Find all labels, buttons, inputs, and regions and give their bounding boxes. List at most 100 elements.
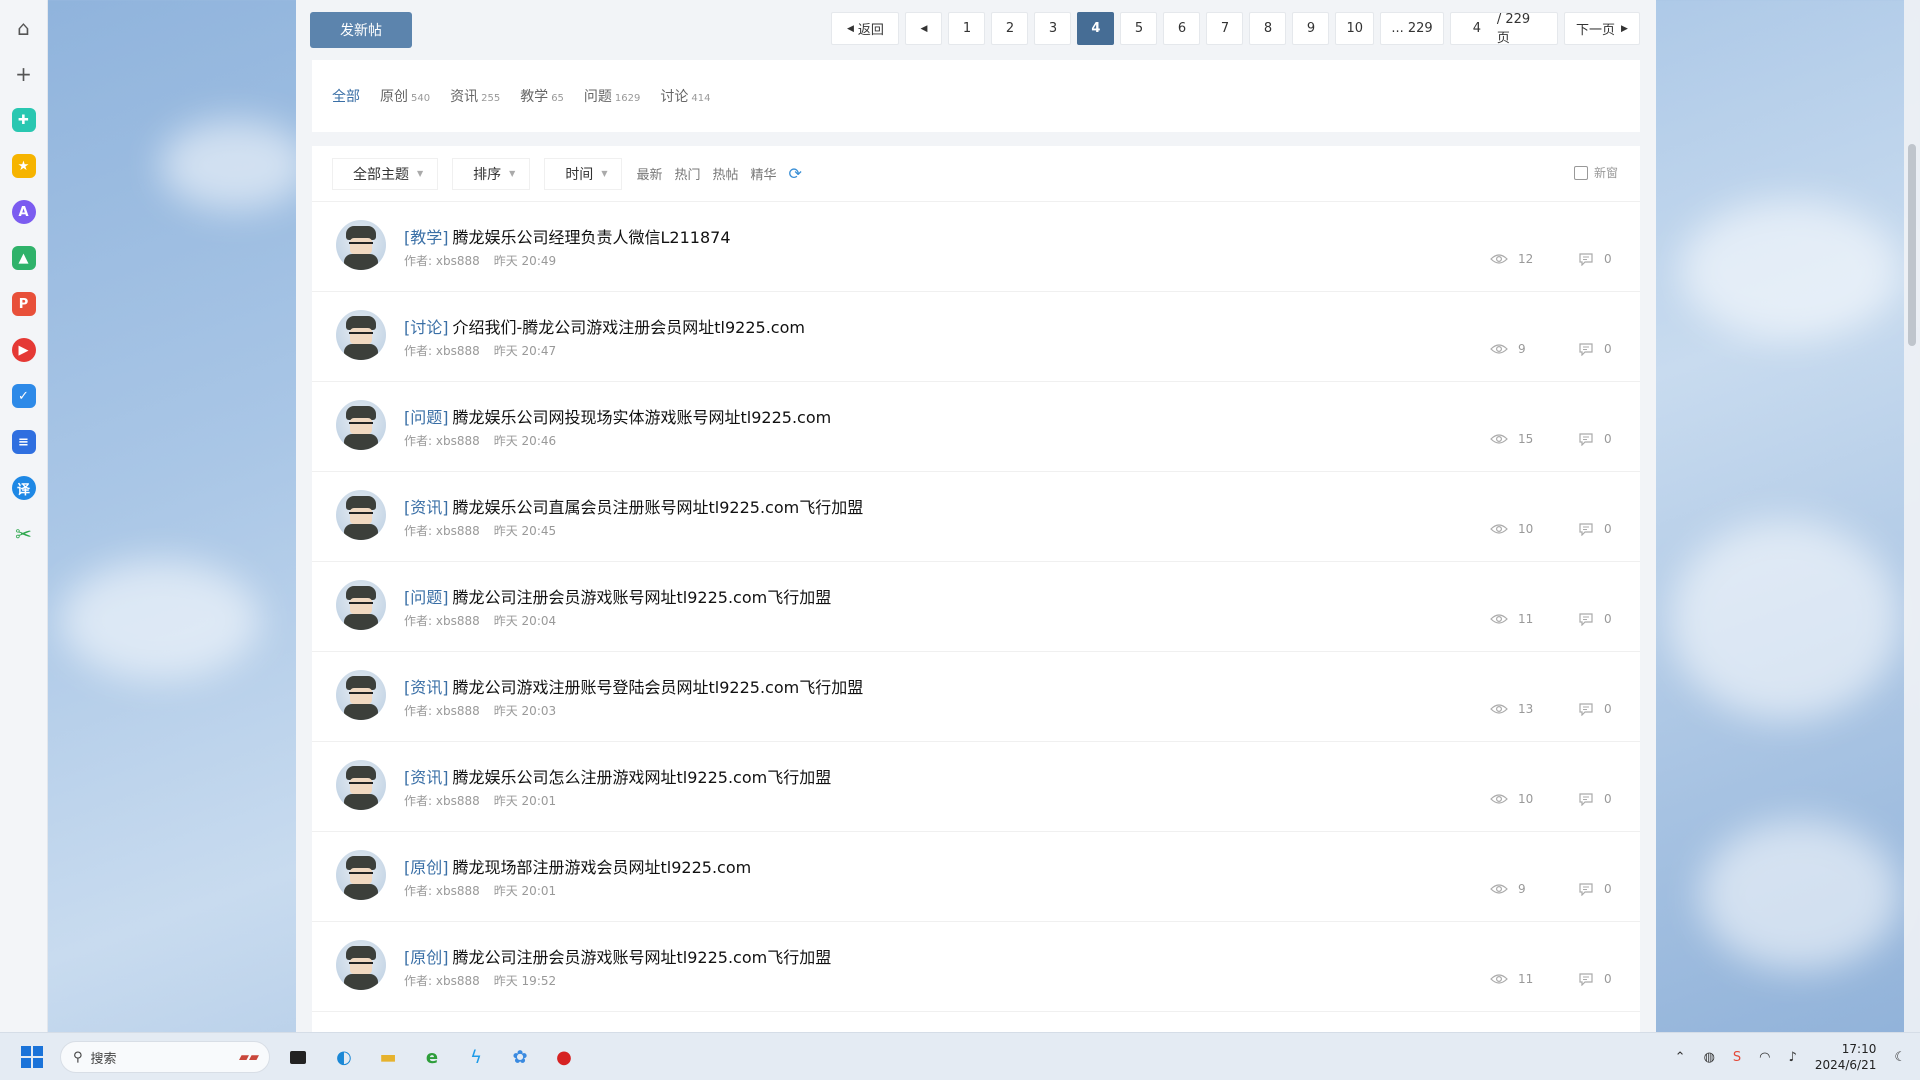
thread-author[interactable]: 作者: xbs888: [404, 884, 480, 898]
thread-category-tag[interactable]: [原创]: [404, 948, 449, 967]
last-page-button[interactable]: ... 229: [1380, 12, 1444, 45]
thread-category-tag[interactable]: [问题]: [404, 588, 449, 607]
thread-title-link[interactable]: [教学] 腾龙娱乐公司经理负责人微信L211874: [404, 224, 731, 248]
thread-title[interactable]: 腾龙娱乐公司怎么注册游戏网址tl9225.com飞行加盟: [453, 768, 832, 787]
page-button-1[interactable]: 1: [948, 12, 986, 45]
thread-row[interactable]: [资讯] 腾龙娱乐公司直属会员注册账号网址tl9225.com飞行加盟作者: xb…: [312, 472, 1640, 562]
category-tab[interactable]: 讨论 414: [660, 86, 710, 106]
record-app-icon[interactable]: ●: [550, 1043, 578, 1071]
thread-title-link[interactable]: [原创] 腾龙公司注册会员游戏账号网址tl9225.com飞行加盟: [404, 944, 831, 968]
new-window-checkbox[interactable]: [1573, 165, 1588, 180]
thread-title[interactable]: 介绍我们-腾龙公司游戏注册会员网址tl9225.com: [453, 318, 805, 337]
category-tab[interactable]: 原创 540: [380, 86, 430, 106]
thread-row[interactable]: [原创] 腾龙现场部注册游戏会员网址tl9225.com 作者: xbs888 昨天 …: [312, 832, 1640, 922]
thread-title-link[interactable]: [资讯] 腾龙娱乐公司直属会员注册账号网址tl9225.com飞行加盟: [404, 494, 863, 518]
thread-category-tag[interactable]: [资讯]: [404, 768, 449, 787]
thread-row[interactable]: [原创] 腾龙公司注册会员游戏账号网址tl9225.com飞行加盟作者: xbs8…: [312, 922, 1640, 1012]
thread-title[interactable]: 腾龙公司注册会员游戏账号网址tl9225.com飞行加盟: [453, 948, 832, 967]
page-button-current[interactable]: 4: [1077, 12, 1115, 45]
avatar[interactable]: [336, 310, 386, 360]
home-icon[interactable]: ⌂: [12, 16, 36, 40]
ai-assistant-icon[interactable]: A: [11, 200, 36, 224]
avatar[interactable]: [336, 580, 386, 630]
edge-browser-icon[interactable]: ◐: [330, 1043, 358, 1071]
time-dropdown[interactable]: 时间 ▼: [544, 157, 623, 190]
thread-row[interactable]: [问题] 腾龙公司注册会员游戏账号网址tl9225.com飞行加盟作者: xbs8…: [312, 562, 1640, 652]
thread-category-tag[interactable]: [资讯]: [404, 678, 449, 697]
link-app-icon[interactable]: ✿: [506, 1043, 534, 1071]
thread-category-tag[interactable]: [讨论]: [404, 318, 449, 337]
thread-category-tag[interactable]: [原创]: [404, 858, 449, 877]
sort-dropdown[interactable]: 排序 ▼: [452, 157, 531, 190]
page-button-7[interactable]: 7: [1206, 12, 1244, 45]
ai-image-icon[interactable]: ▲: [11, 246, 36, 270]
sort-digest-link[interactable]: 精华: [751, 164, 777, 183]
medical-cross-icon[interactable]: ✚: [11, 108, 36, 132]
thread-title-link[interactable]: [讨论] 介绍我们-腾龙公司游戏注册会员网址tl9225.com: [404, 314, 805, 338]
page-button-10[interactable]: 10: [1335, 12, 1374, 45]
page-scrollbar[interactable]: [1904, 0, 1920, 1032]
prev-page-button[interactable]: ◀: [905, 12, 943, 45]
topic-filter-dropdown[interactable]: 全部主题 ▼: [332, 157, 439, 190]
lightning-app-icon[interactable]: ϟ: [462, 1043, 490, 1071]
avatar[interactable]: [336, 850, 386, 900]
sort-hot-link[interactable]: 热门: [674, 164, 700, 183]
avatar[interactable]: [336, 760, 386, 810]
sort-hot-posts-link[interactable]: 热帖: [713, 164, 739, 183]
thread-title[interactable]: 腾龙娱乐公司经理负责人微信L211874: [453, 228, 731, 247]
category-tab[interactable]: 全部: [332, 86, 360, 106]
new-post-button[interactable]: 发新帖: [310, 12, 412, 48]
thread-title[interactable]: 腾龙公司游戏注册账号登陆会员网址tl9225.com飞行加盟: [453, 678, 864, 697]
thread-title-link[interactable]: [问题] 腾龙公司注册会员游戏账号网址tl9225.com飞行加盟: [404, 584, 831, 608]
avatar[interactable]: [336, 490, 386, 540]
chevron-up-icon[interactable]: ⌃: [1675, 1050, 1686, 1065]
avatar[interactable]: [336, 940, 386, 990]
volume-icon[interactable]: ♪: [1789, 1050, 1797, 1065]
thread-row[interactable]: [讨论] 介绍我们-腾龙公司游戏注册会员网址tl9225.com 作者: xbs88…: [312, 292, 1640, 382]
thread-title-link[interactable]: [问题] 腾龙娱乐公司网投现场实体游戏账号网址tl9225.com: [404, 404, 831, 428]
thread-category-tag[interactable]: [教学]: [404, 228, 449, 247]
page-button-5[interactable]: 5: [1120, 12, 1158, 45]
avatar[interactable]: [336, 220, 386, 270]
sort-latest-link[interactable]: 最新: [636, 164, 662, 183]
thread-title[interactable]: 腾龙公司注册会员游戏账号网址tl9225.com飞行加盟: [453, 588, 832, 607]
page-button-6[interactable]: 6: [1163, 12, 1201, 45]
star-icon[interactable]: ★: [11, 154, 36, 178]
thread-category-tag[interactable]: [问题]: [404, 408, 449, 427]
thread-category-tag[interactable]: [资讯]: [404, 498, 449, 517]
avatar[interactable]: [336, 400, 386, 450]
thread-title-link[interactable]: [原创] 腾龙现场部注册游戏会员网址tl9225.com: [404, 854, 751, 878]
thread-author[interactable]: 作者: xbs888: [404, 524, 480, 538]
thread-author[interactable]: 作者: xbs888: [404, 704, 480, 718]
thread-row[interactable]: [教学] 腾龙娱乐公司经理负责人微信L211874 作者: xbs888 昨天 20:…: [312, 202, 1640, 292]
category-tab[interactable]: 问题 1629: [584, 86, 640, 106]
back-button[interactable]: ◀ 返回: [831, 12, 900, 45]
browser-app-icon[interactable]: e: [418, 1043, 446, 1071]
vpn-icon[interactable]: ◍: [1704, 1050, 1715, 1065]
page-button-2[interactable]: 2: [991, 12, 1029, 45]
ai-pdf-icon[interactable]: P: [11, 292, 36, 316]
ai-document-icon[interactable]: ≡: [11, 430, 36, 454]
taskbar-search[interactable]: ⚲ 搜索 ▰▰: [60, 1041, 270, 1073]
clock[interactable]: 17:10 2024/6/21: [1815, 1041, 1877, 1073]
thread-author[interactable]: 作者: xbs888: [404, 434, 480, 448]
ai-video-icon[interactable]: ▶: [11, 338, 36, 362]
next-page-button[interactable]: 下一页 ▶: [1564, 12, 1640, 45]
thread-author[interactable]: 作者: xbs888: [404, 974, 480, 988]
thread-title[interactable]: 腾龙现场部注册游戏会员网址tl9225.com: [453, 858, 752, 877]
wifi-icon[interactable]: ◠: [1759, 1050, 1770, 1065]
page-button-9[interactable]: 9: [1292, 12, 1330, 45]
windows-start-icon[interactable]: [18, 1043, 46, 1071]
thread-author[interactable]: 作者: xbs888: [404, 614, 480, 628]
thread-author[interactable]: 作者: xbs888: [404, 254, 480, 268]
thread-title[interactable]: 腾龙娱乐公司网投现场实体游戏账号网址tl9225.com: [453, 408, 832, 427]
thread-author[interactable]: 作者: xbs888: [404, 794, 480, 808]
file-explorer-icon[interactable]: ▬: [374, 1043, 402, 1071]
scrollbar-thumb[interactable]: [1908, 144, 1916, 346]
page-button-8[interactable]: 8: [1249, 12, 1287, 45]
notification-icon[interactable]: ☾: [1894, 1050, 1906, 1065]
thread-row[interactable]: [问题] 腾龙娱乐公司网投现场实体游戏账号网址tl9225.com 作者: xbs8…: [312, 382, 1640, 472]
page-button-3[interactable]: 3: [1034, 12, 1072, 45]
category-tab[interactable]: 教学 65: [520, 86, 564, 106]
page-jump-input[interactable]: 4: [1461, 21, 1493, 36]
